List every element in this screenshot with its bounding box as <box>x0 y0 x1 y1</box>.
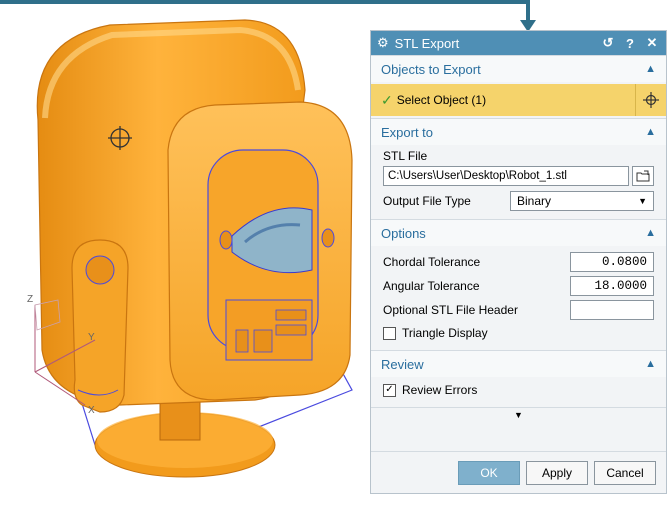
callout-line <box>0 0 530 4</box>
chevron-up-icon: ▲ <box>645 227 656 239</box>
section-export-to[interactable]: Export to ▲ <box>371 118 666 145</box>
select-object-row[interactable]: ✓ Select Object (1) <box>371 84 666 116</box>
output-file-type-label: Output File Type <box>383 194 471 208</box>
chordal-tolerance-input[interactable]: 0.0800 <box>570 252 654 272</box>
reset-icon[interactable]: ↺ <box>600 35 616 51</box>
apply-button[interactable]: Apply <box>526 460 588 485</box>
stl-file-label: STL File <box>383 149 428 163</box>
angular-tolerance-label: Angular Tolerance <box>383 279 480 293</box>
select-object-label: Select Object (1) <box>396 93 487 107</box>
section-review[interactable]: Review ▲ <box>371 350 666 377</box>
checkmark-icon: ✓ <box>381 91 393 108</box>
crosshair-target-icon <box>643 92 659 108</box>
axis-z-label: Z <box>27 294 33 305</box>
review-errors-checkbox[interactable]: ✓ <box>383 383 396 397</box>
close-icon[interactable]: ✕ <box>644 35 660 51</box>
graphics-window[interactable]: Z Y X ⚙ STL Export ↺ ? ✕ Objects to Expo… <box>0 0 672 509</box>
dialog-footer: OK Apply Cancel <box>371 451 666 493</box>
cancel-button[interactable]: Cancel <box>594 460 656 485</box>
section-label: Options <box>381 225 426 241</box>
stl-file-header-label: Optional STL File Header <box>383 303 518 317</box>
dialog-title: STL Export <box>394 35 460 51</box>
axis-y-label: Y <box>88 332 95 343</box>
chevron-up-icon: ▲ <box>645 126 656 138</box>
stl-file-input[interactable]: C:\Users\User\Desktop\Robot_1.stl <box>383 166 629 186</box>
chevron-up-icon: ▲ <box>645 358 656 370</box>
output-file-type-value: Binary <box>517 194 552 208</box>
chordal-tolerance-label: Chordal Tolerance <box>383 255 481 269</box>
section-objects-to-export[interactable]: Objects to Export ▲ <box>371 55 666 82</box>
angular-tolerance-input[interactable]: 18.0000 <box>570 276 654 296</box>
gear-icon: ⚙ <box>377 35 389 50</box>
robot-model[interactable]: Z Y X <box>0 0 372 509</box>
help-icon[interactable]: ? <box>622 36 638 51</box>
chevron-up-icon: ▲ <box>645 63 656 75</box>
section-label: Objects to Export <box>381 61 481 77</box>
ok-button[interactable]: OK <box>458 460 520 485</box>
section-options[interactable]: Options ▲ <box>371 219 666 246</box>
axis-x-label: X <box>88 405 95 416</box>
chevron-down-icon: ▼ <box>514 410 523 420</box>
review-errors-label: Review Errors <box>402 383 478 397</box>
section-label: Export to <box>381 124 434 140</box>
triangle-display-label: Triangle Display <box>402 326 488 340</box>
stl-export-dialog: ⚙ STL Export ↺ ? ✕ Objects to Export ▲ ✓… <box>370 30 667 494</box>
select-object-button[interactable] <box>635 84 666 116</box>
stl-file-header-input[interactable] <box>570 300 654 320</box>
triangle-display-checkbox[interactable] <box>383 326 396 340</box>
output-file-type-select[interactable]: Binary ▼ <box>510 191 654 211</box>
dropdown-arrow-icon: ▼ <box>638 196 647 206</box>
dialog-titlebar[interactable]: ⚙ STL Export ↺ ? ✕ <box>371 31 666 55</box>
open-folder-icon <box>636 170 650 182</box>
browse-button[interactable] <box>632 166 654 186</box>
more-options-expander[interactable]: ▼ <box>371 407 666 422</box>
section-label: Review <box>381 356 424 372</box>
